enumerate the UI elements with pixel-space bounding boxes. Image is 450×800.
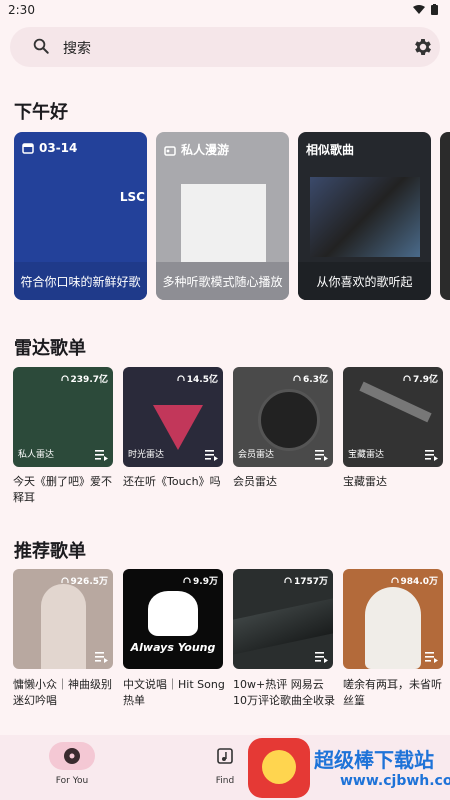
headphones-icon	[284, 576, 292, 583]
card-head: 03-14	[22, 141, 77, 155]
search-icon	[33, 38, 49, 54]
search-input[interactable]: 搜索	[63, 38, 91, 58]
watermark-logo	[248, 738, 310, 798]
featured-card-daily[interactable]: 03-14 LSC 符合你口味的新鲜好歌	[14, 132, 147, 300]
radar-caption-4[interactable]: 宝藏雷达	[343, 474, 447, 490]
radar-caption-2[interactable]: 还在听《Touch》吗	[123, 474, 227, 490]
watermark-text: 超级棒下载站	[314, 748, 434, 772]
queue-icon[interactable]	[95, 652, 108, 663]
card-head-label: 私人漫游	[181, 143, 230, 157]
headphones-icon	[390, 576, 399, 583]
play-count: 7.9亿	[403, 372, 438, 385]
card-head: 相似歌曲	[306, 141, 354, 158]
queue-icon[interactable]	[205, 450, 218, 461]
disc-icon	[64, 748, 80, 764]
play-count: 926.5万	[60, 574, 108, 587]
radar-tile-3[interactable]: 6.3亿 会员雷达	[233, 367, 333, 467]
card-head-label: 03-14	[39, 141, 78, 155]
nav-for-you[interactable]: For You	[49, 742, 95, 786]
radar-tile-2[interactable]: 14.5亿 时光雷达	[123, 367, 223, 467]
radar-tile-1[interactable]: 239.7亿 私人雷达	[13, 367, 113, 467]
greeting-title: 下午好	[14, 102, 68, 123]
featured-card-peek[interactable]	[440, 132, 450, 300]
play-count: 9.9万	[183, 574, 218, 587]
recommend-tile-4[interactable]: 984.0万	[343, 569, 443, 669]
queue-icon[interactable]	[315, 450, 328, 461]
radar-title: 雷达歌单	[14, 338, 86, 359]
tile-overlay-label: 宝藏雷达	[348, 450, 385, 460]
recommend-tile-2[interactable]: Always Young 9.9万	[123, 569, 223, 669]
headphones-icon	[177, 374, 185, 381]
recommend-caption-1[interactable]: 慵懒小众｜神曲级别迷幻吟唱	[13, 677, 117, 709]
nav-for-you-pill	[49, 742, 95, 770]
watermark-logo-mark	[262, 750, 296, 784]
tile-cover-art	[153, 405, 203, 450]
card-cover-art	[181, 184, 266, 269]
tile-art-text: Always Young	[130, 641, 216, 654]
nav-find-pill	[202, 742, 248, 770]
tile-cover-art	[41, 584, 86, 669]
card-footer: 符合你口味的新鲜好歌	[14, 262, 147, 300]
status-icons	[413, 4, 438, 15]
card-cover-art	[310, 177, 420, 257]
wifi-icon	[413, 4, 425, 14]
tile-cover-art	[233, 598, 333, 655]
recommend-caption-2[interactable]: 中文说唱｜Hit Song热单	[123, 677, 227, 709]
headphones-icon	[60, 374, 69, 381]
queue-icon[interactable]	[315, 652, 328, 663]
tile-cover-art	[148, 591, 198, 636]
nav-find-label: Find	[215, 776, 235, 786]
search-bar[interactable]: 搜索	[10, 27, 440, 67]
card-footer: 从你喜欢的歌听起	[298, 262, 431, 300]
recommend-caption-4[interactable]: 嗟余有两耳，未省听丝篁	[343, 677, 447, 709]
card-head-label: 相似歌曲	[306, 143, 355, 157]
recommend-tile-1[interactable]: 926.5万	[13, 569, 113, 669]
tile-overlay-label: 会员雷达	[238, 450, 275, 460]
play-count: 239.7亿	[60, 372, 108, 385]
tile-overlay-label: 时光雷达	[128, 450, 165, 460]
radar-tile-4[interactable]: 7.9亿 宝藏雷达	[343, 367, 443, 467]
card-art-text: LSC	[119, 190, 145, 204]
featured-card-roam[interactable]: 私人漫游 多种听歌模式随心播放	[156, 132, 289, 300]
recommend-caption-3[interactable]: 10w+热评 网易云10万评论歌曲全收录	[233, 677, 337, 709]
recommend-tile-3[interactable]: 1757万	[233, 569, 333, 669]
radio-icon	[164, 145, 176, 156]
card-head: 私人漫游	[164, 141, 229, 158]
queue-icon[interactable]	[425, 652, 438, 663]
tile-cover-art	[359, 381, 432, 423]
radar-caption-1[interactable]: 今天《删了吧》爱不释耳	[13, 474, 117, 506]
play-count: 14.5亿	[177, 372, 218, 385]
battery-icon	[431, 4, 438, 15]
headphones-icon	[293, 374, 301, 381]
play-count: 1757万	[284, 574, 328, 587]
card-footer: 多种听歌模式随心播放	[156, 262, 289, 300]
calendar-icon	[22, 143, 34, 154]
watermark-url: www.cjbwh.com	[340, 773, 450, 789]
status-time: 2:30	[8, 3, 35, 17]
play-count: 6.3亿	[293, 372, 328, 385]
headphones-icon	[183, 576, 191, 583]
headphones-icon	[403, 374, 411, 381]
queue-icon[interactable]	[425, 450, 438, 461]
music-note-icon	[217, 748, 233, 764]
gear-icon[interactable]	[412, 36, 434, 58]
tile-cover-art	[365, 587, 421, 669]
tile-cover-art	[258, 389, 320, 451]
play-count: 984.0万	[390, 574, 438, 587]
recommend-title: 推荐歌单	[14, 541, 86, 562]
radar-caption-3[interactable]: 会员雷达	[233, 474, 337, 490]
tile-overlay-label: 私人雷达	[18, 450, 55, 460]
headphones-icon	[60, 576, 69, 583]
featured-card-similar[interactable]: 相似歌曲 从你喜欢的歌听起	[298, 132, 431, 300]
queue-icon[interactable]	[95, 450, 108, 461]
nav-for-you-label: For You	[55, 776, 89, 786]
nav-find[interactable]: Find	[202, 742, 248, 786]
status-bar: 2:30	[0, 0, 450, 22]
